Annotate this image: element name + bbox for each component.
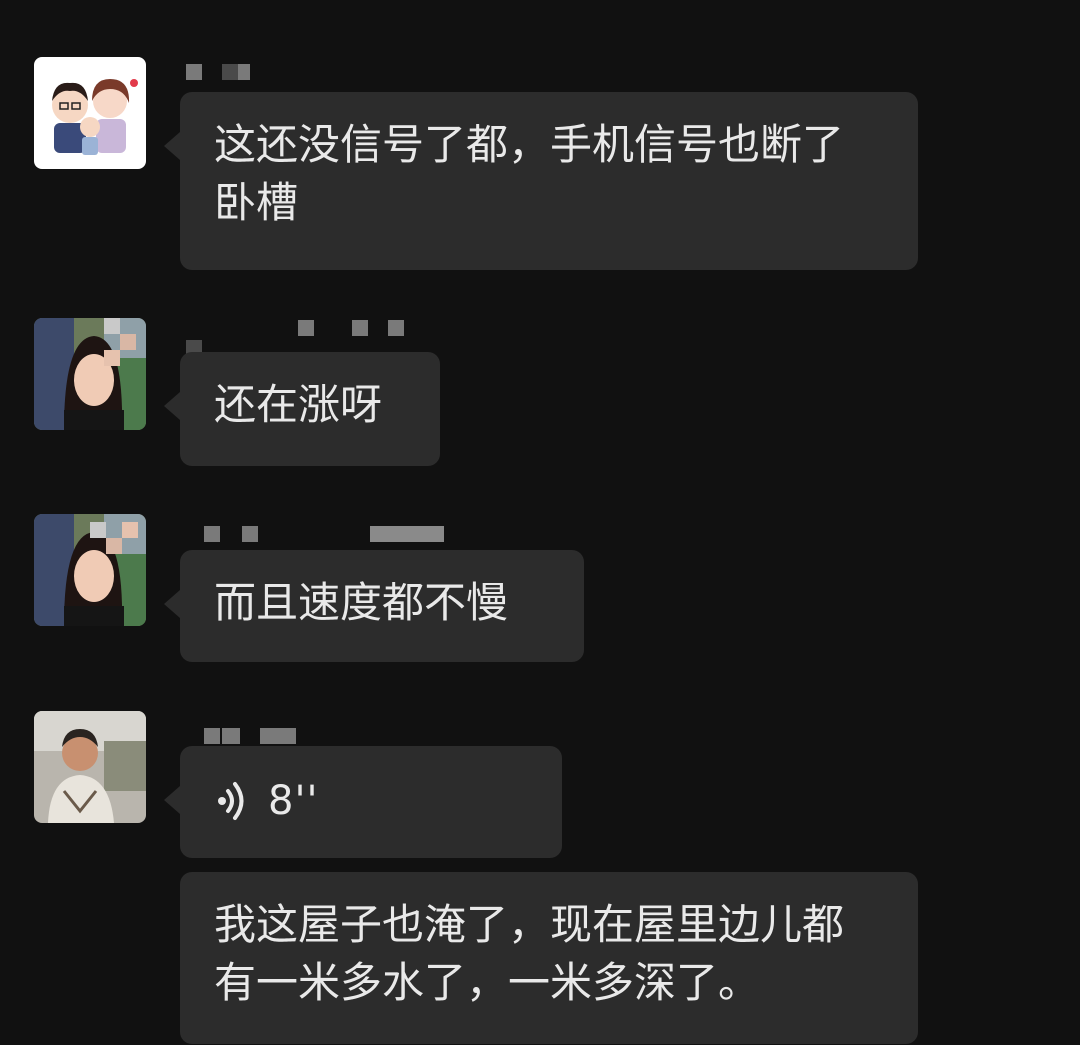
woman-photo-avatar <box>34 318 146 430</box>
man-photo-avatar <box>34 711 146 823</box>
message-text: 我这屋子也淹了，现在屋里边儿都有一米多水了，一米多深了。 <box>214 900 845 1007</box>
message-text: 这还没信号了都，手机信号也断了卧槽 <box>214 120 845 227</box>
message-bubble[interactable]: 而且速度都不慢 <box>164 550 584 662</box>
avatar[interactable] <box>34 318 146 430</box>
message-text: 还在涨呀 <box>214 380 383 429</box>
cartoon-couple-avatar <box>34 57 146 169</box>
voice-wave-icon <box>218 782 244 820</box>
voice-message-bubble[interactable]: 8'' <box>164 746 562 858</box>
message-text: 而且速度都不慢 <box>214 578 509 627</box>
message-bubble[interactable]: 这还没信号了都，手机信号也断了卧槽 <box>164 92 918 270</box>
avatar[interactable] <box>34 514 146 626</box>
message-bubble[interactable]: 还在涨呀 <box>164 352 440 466</box>
avatar[interactable] <box>34 57 146 169</box>
avatar[interactable] <box>34 711 146 823</box>
voice-duration: 8'' <box>268 778 319 824</box>
woman-photo-avatar <box>34 514 146 626</box>
message-bubble[interactable]: 我这屋子也淹了，现在屋里边儿都有一米多水了，一米多深了。 <box>180 872 918 1044</box>
